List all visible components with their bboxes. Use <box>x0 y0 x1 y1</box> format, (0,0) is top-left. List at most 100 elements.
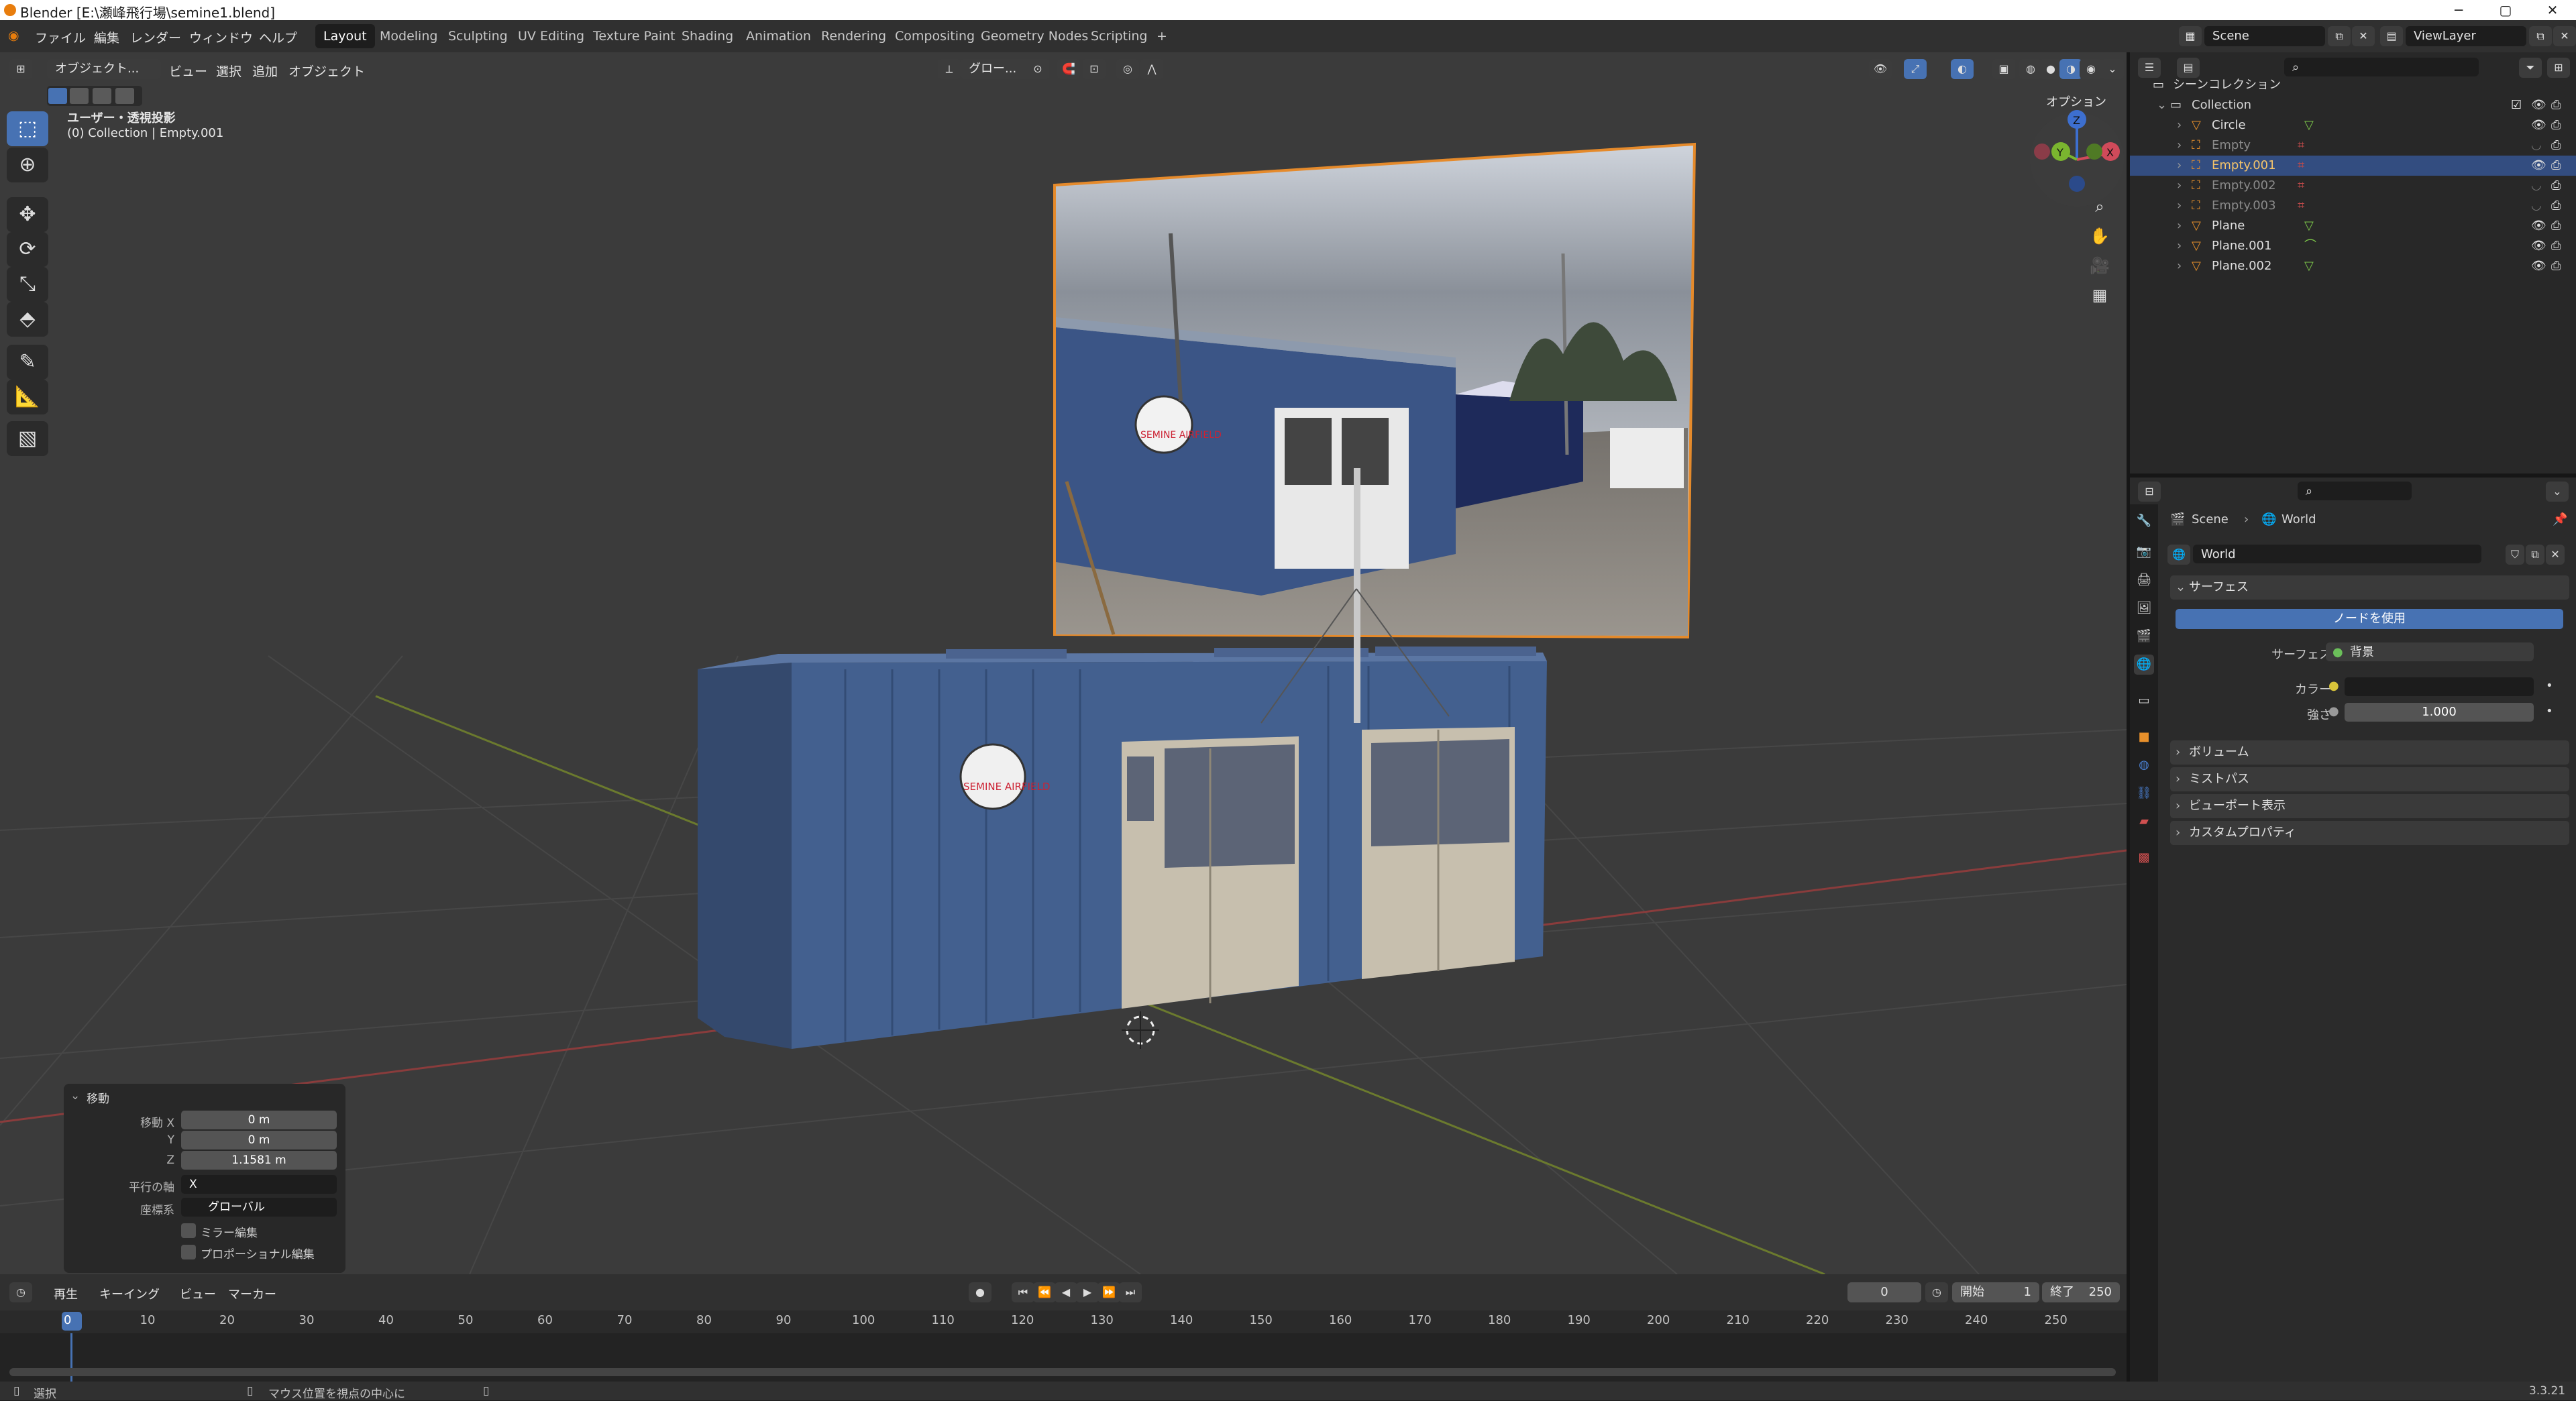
tool-tab-icon[interactable]: 🔧 <box>2134 511 2154 531</box>
world-browse-icon[interactable]: 🌐 <box>2167 545 2190 565</box>
overlay-toggle-icon[interactable]: ◐ <box>1951 59 1974 79</box>
visibility-icon[interactable]: 👁 <box>1869 59 1892 79</box>
xray-toggle-icon[interactable]: ▣ <box>1992 59 2015 79</box>
eye-icon[interactable]: 👁 <box>2531 216 2546 236</box>
viewport-menu-object[interactable]: オブジェクト <box>288 62 365 80</box>
timeline-editor-type-icon[interactable]: ◷ <box>9 1282 32 1302</box>
outliner-item[interactable]: › ▽ Circle ▽ 👁 ⎙ <box>2130 115 2576 135</box>
reference-image-plane[interactable]: SEMINE AIRFIELD <box>1053 142 1697 639</box>
menu-edit[interactable]: 編集 <box>94 28 119 46</box>
outliner-item[interactable]: › ▽ Plane.002 ▽ 👁 ⎙ <box>2130 256 2576 276</box>
editor-type-icon[interactable]: ⊞ <box>9 59 32 79</box>
eye-icon[interactable]: 👁 <box>2531 256 2546 276</box>
preview-range-icon[interactable]: ◷ <box>1925 1282 1948 1302</box>
keyframe-dot-icon[interactable]: • <box>2546 679 2553 693</box>
viewport-menu-select[interactable]: 選択 <box>216 62 241 80</box>
world-name-field[interactable]: World <box>2193 545 2481 563</box>
object-data-icon[interactable]: ⌗ <box>2298 176 2304 196</box>
camera-icon[interactable]: ⎙ <box>2551 115 2561 135</box>
selection-mode-buttons[interactable] <box>47 86 142 106</box>
eye-icon[interactable]: ◡ <box>2531 135 2542 156</box>
tab-animation[interactable]: Animation <box>738 24 819 48</box>
pan-hand-icon[interactable]: ✋ <box>2085 221 2114 251</box>
close-button[interactable]: ✕ <box>2529 0 2576 20</box>
output-tab-icon[interactable]: 🖨 <box>2134 570 2154 590</box>
delete-scene-icon[interactable]: ✕ <box>2352 26 2375 46</box>
outliner-item[interactable]: › ⛶ Empty.001 ⌗ 👁 ⎙ <box>2130 156 2576 176</box>
chevron-right-icon[interactable]: › <box>2177 115 2182 135</box>
zoom-icon[interactable]: ⌕ <box>2085 192 2114 221</box>
snap-target-icon[interactable]: ⊡ <box>1083 59 1106 79</box>
physics-tab-icon[interactable]: ◍ <box>2134 755 2154 775</box>
outliner-search-input[interactable]: ⌕ <box>2284 58 2479 76</box>
object-data-icon[interactable]: ▽ <box>2304 216 2314 236</box>
view-layer-tab-icon[interactable]: 🖼 <box>2134 598 2154 618</box>
camera-icon[interactable]: ⎙ <box>2551 216 2561 236</box>
tab-texture-paint[interactable]: Texture Paint <box>585 24 684 48</box>
background-color-swatch[interactable] <box>2345 677 2534 696</box>
perspective-toggle-icon[interactable]: ▦ <box>2085 280 2114 310</box>
measure-tool[interactable]: 📐 <box>7 380 48 414</box>
move-x-field[interactable]: 0 m <box>181 1111 337 1129</box>
viewlayer-browse-icon[interactable]: ▤ <box>2380 26 2403 46</box>
strength-field[interactable]: 1.000 <box>2345 703 2534 722</box>
cursor-tool[interactable]: ⊕ <box>7 148 48 182</box>
move-z-field[interactable]: 1.1581 m <box>181 1151 337 1170</box>
select-new-icon[interactable] <box>48 88 67 104</box>
select-extend-icon[interactable] <box>70 88 89 104</box>
object-data-icon[interactable]: ⌒ <box>2304 236 2316 256</box>
shading-wireframe-icon[interactable]: ◍ <box>2019 59 2042 79</box>
pin-icon[interactable]: 📌 <box>2553 512 2567 526</box>
fake-user-icon[interactable]: ⛉ <box>2506 545 2524 565</box>
chevron-right-icon[interactable]: › <box>2177 256 2182 276</box>
maximize-button[interactable]: ▢ <box>2482 0 2529 20</box>
tab-modeling[interactable]: Modeling <box>372 24 445 48</box>
tab-geometry-nodes[interactable]: Geometry Nodes <box>973 24 1096 48</box>
tab-sculpting[interactable]: Sculpting <box>440 24 516 48</box>
transform-orientation-icon[interactable]: ⟂ <box>938 59 961 79</box>
render-tab-icon[interactable]: 📷 <box>2134 542 2154 562</box>
object-data-icon[interactable]: ⌗ <box>2298 196 2304 216</box>
play-icon[interactable]: ▶ <box>1076 1282 1099 1302</box>
eye-icon[interactable]: 👁 <box>2531 236 2546 256</box>
chevron-down-icon[interactable]: ⌄ <box>70 1089 80 1103</box>
falloff-icon[interactable]: ⋀ <box>1140 59 1163 79</box>
outliner-item[interactable]: › ⛶ Empty ⌗ ◡ ⎙ <box>2130 135 2576 156</box>
properties-panel-header[interactable]: › ミストパス <box>2170 767 2569 791</box>
chevron-right-icon[interactable]: › <box>2177 156 2182 176</box>
properties-panel-header[interactable]: › カスタムプロパティ <box>2170 821 2569 845</box>
data-tab-icon[interactable]: ▰ <box>2134 811 2154 832</box>
eye-icon[interactable]: 👁 <box>2531 115 2546 135</box>
surface-shader-field[interactable]: ● 背景 <box>2326 642 2534 661</box>
camera-icon[interactable]: ⎙ <box>2551 135 2561 156</box>
timeline-ruler[interactable]: 0 10 20 30 40 50 60 70 80 90 100 110 120 130 140 150 160… <box>0 1310 2127 1333</box>
move-tool[interactable]: ✥ <box>7 197 48 232</box>
delete-viewlayer-icon[interactable]: ✕ <box>2553 26 2576 46</box>
rotate-tool[interactable]: ⟳ <box>7 232 48 267</box>
properties-panel-header[interactable]: › ビューポート表示 <box>2170 794 2569 818</box>
properties-options-icon[interactable]: ⌄ <box>2546 482 2569 502</box>
eye-icon[interactable]: ◡ <box>2531 196 2542 216</box>
tab-shading[interactable]: Shading <box>674 24 741 48</box>
scene-browse-icon[interactable]: ▦ <box>2179 26 2202 46</box>
camera-icon[interactable]: ⎙ <box>2551 156 2561 176</box>
viewport-menu-view[interactable]: ビュー <box>169 62 207 80</box>
object-data-icon[interactable]: ▽ <box>2304 115 2314 135</box>
select-subtract-icon[interactable] <box>93 88 111 104</box>
object-data-icon[interactable]: ⌗ <box>2298 156 2304 176</box>
tab-scripting[interactable]: Scripting <box>1083 24 1156 48</box>
select-box-tool[interactable]: ⬚ <box>7 111 48 146</box>
select-intersect-icon[interactable] <box>115 88 134 104</box>
properties-panel-header[interactable]: › ボリューム <box>2170 740 2569 765</box>
camera-icon[interactable]: ⎙ <box>2551 256 2561 276</box>
record-keyframe-icon[interactable]: ● <box>969 1282 991 1302</box>
object-mode-dropdown[interactable]: オブジェクト... <box>47 59 161 79</box>
menu-file[interactable]: ファイル <box>35 28 86 46</box>
jump-next-keyframe-icon[interactable]: ⏩ <box>1097 1282 1120 1302</box>
shading-options-icon[interactable]: ⌄ <box>2101 59 2124 79</box>
proportional-edit-icon[interactable]: ◎ <box>1116 59 1139 79</box>
play-reverse-icon[interactable]: ◀ <box>1055 1282 1077 1302</box>
tab-rendering[interactable]: Rendering <box>813 24 894 48</box>
scene-tab-icon[interactable]: 🎬 <box>2134 626 2154 647</box>
outliner-scene-collection[interactable]: ▭ シーンコレクション <box>2130 75 2576 95</box>
